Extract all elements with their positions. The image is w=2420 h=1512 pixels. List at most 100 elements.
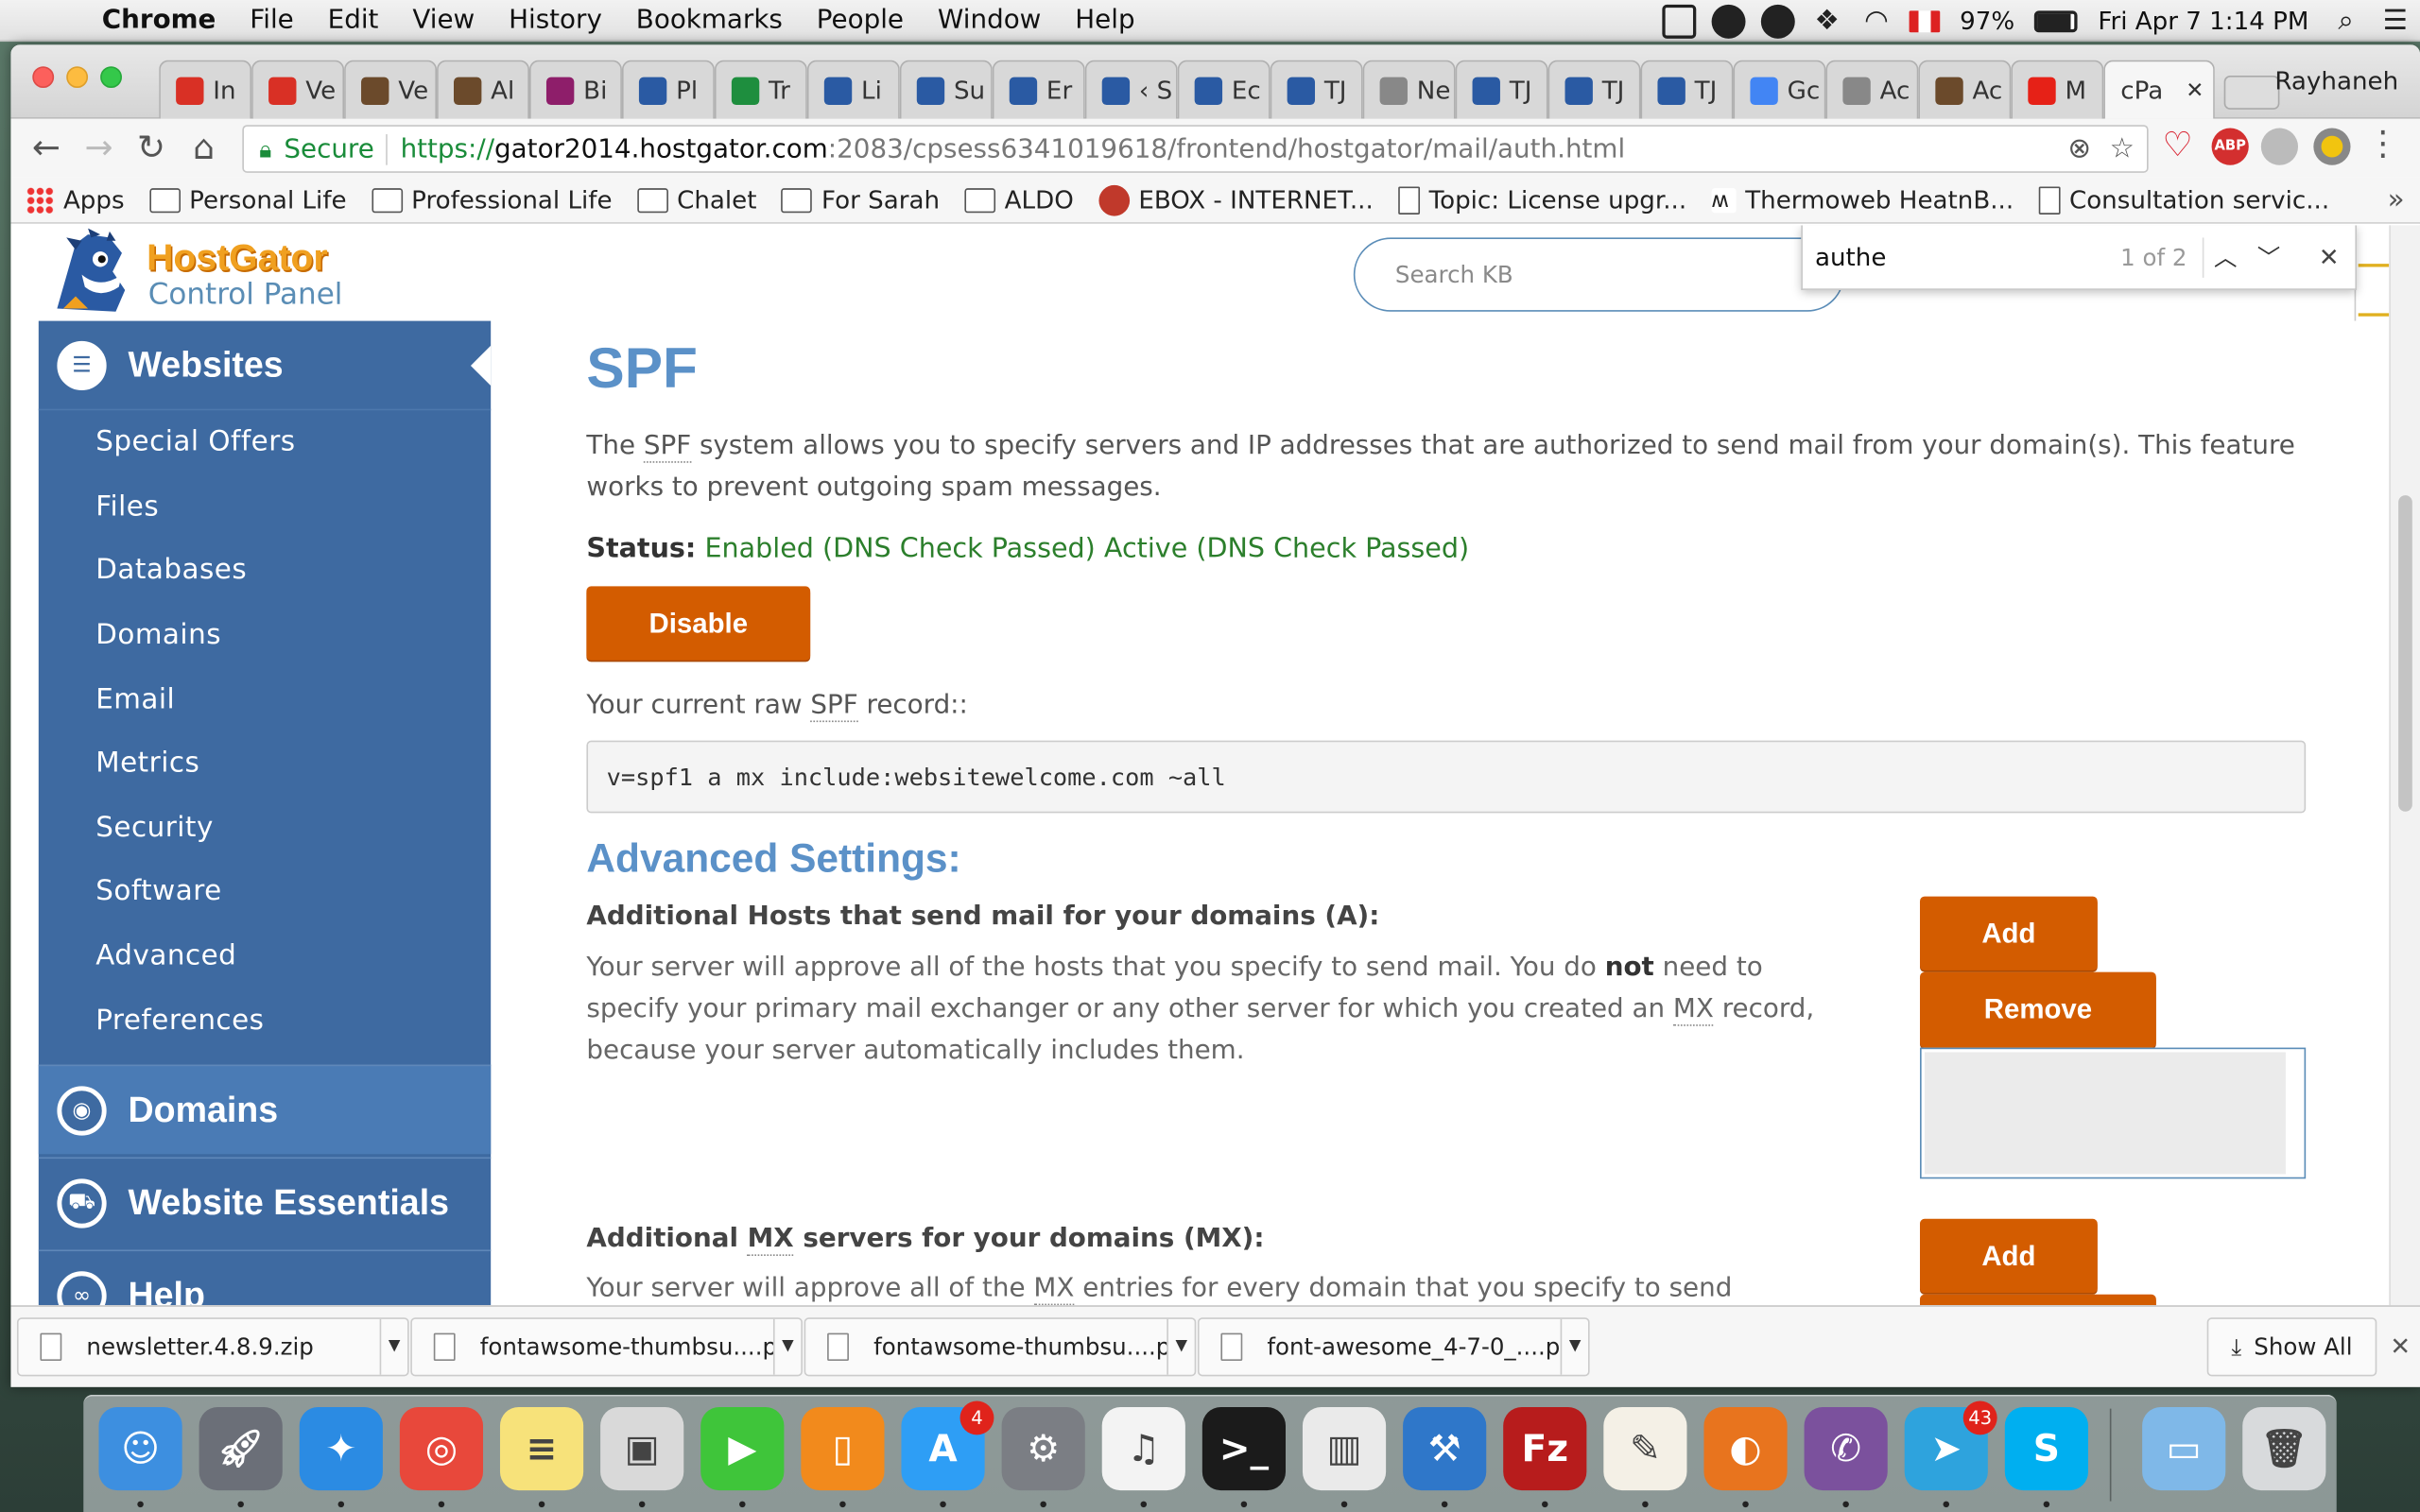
tab[interactable]: TJ xyxy=(1455,60,1548,119)
find-previous-icon[interactable]: ︿ xyxy=(2204,241,2247,273)
raw-spf-record-field[interactable]: v=spf1 a mx include:websitewelcome.com ~… xyxy=(586,740,2307,814)
menu-people[interactable]: People xyxy=(800,5,921,36)
film-extension-icon[interactable] xyxy=(2260,128,2299,165)
close-downloads-icon[interactable]: ✕ xyxy=(2390,1332,2411,1361)
add-mx-button[interactable]: Add xyxy=(1920,1218,2098,1294)
viber-status-icon[interactable] xyxy=(1760,4,1795,38)
tab[interactable]: Tr xyxy=(714,60,807,119)
launchpad-icon[interactable]: 🚀︎ xyxy=(199,1406,283,1491)
tab[interactable]: Li xyxy=(806,60,900,119)
tab[interactable]: Bi xyxy=(528,60,622,119)
home-icon[interactable]: ⌂ xyxy=(178,129,231,167)
find-input[interactable]: authe xyxy=(1815,242,2093,271)
firefox-icon[interactable]: ◐ xyxy=(1703,1406,1788,1491)
script-editor-icon[interactable]: ✎ xyxy=(1603,1406,1687,1491)
bookmark-license-topic[interactable]: Topic: License upgr... xyxy=(1397,185,1686,215)
battery-icon[interactable] xyxy=(2034,9,2079,32)
tab[interactable]: Pl xyxy=(621,60,715,119)
remove-mx-button[interactable] xyxy=(1920,1294,2156,1306)
tab[interactable]: Al xyxy=(437,60,529,119)
folder-icon[interactable]: ▭ xyxy=(2142,1406,2226,1491)
appstore-icon[interactable]: A4 xyxy=(901,1400,994,1491)
forward-arrow-icon[interactable]: → xyxy=(73,129,126,167)
tab-active[interactable]: cPa ✕ xyxy=(2103,60,2215,119)
hosts-listbox[interactable] xyxy=(1920,1047,2307,1179)
sidebar-item-domains[interactable]: Domains xyxy=(39,603,491,667)
heart-extension-icon[interactable]: ♡ xyxy=(2159,128,2196,165)
show-all-downloads-button[interactable]: ⤓ Show All xyxy=(2206,1317,2377,1377)
tab[interactable]: Ec xyxy=(1177,60,1270,119)
sidebar-item-special-offers[interactable]: Special Offers xyxy=(39,410,491,474)
sidebar-item-preferences[interactable]: Preferences xyxy=(39,988,491,1052)
bookmarks-overflow-icon[interactable]: » xyxy=(2388,183,2405,215)
trash-icon[interactable]: 🗑︎ xyxy=(2242,1406,2326,1491)
canada-flag-icon[interactable] xyxy=(1909,9,1940,32)
filezilla-icon[interactable]: Fz xyxy=(1503,1406,1587,1491)
chevron-down-icon[interactable]: ▼ xyxy=(379,1318,407,1375)
facetime-icon[interactable]: ▶ xyxy=(700,1406,785,1491)
page-scrollbar[interactable] xyxy=(2389,225,2420,1306)
menu-bookmarks[interactable]: Bookmarks xyxy=(619,5,800,36)
minimize-window-icon[interactable] xyxy=(66,66,89,89)
menu-edit[interactable]: Edit xyxy=(311,5,396,36)
back-arrow-icon[interactable]: ← xyxy=(20,129,73,167)
tab[interactable]: Ac xyxy=(1825,60,1919,119)
tab[interactable]: ‹ S xyxy=(1084,60,1178,119)
profile-name[interactable]: Rayhaneh xyxy=(2274,66,2398,95)
bookmark-thermoweb[interactable]: ʍ Thermoweb HeatnB... xyxy=(1711,185,2014,215)
chrome-menu-icon[interactable]: ⋮ xyxy=(2357,125,2410,163)
menu-window[interactable]: Window xyxy=(921,5,1058,36)
disable-button[interactable]: Disable xyxy=(586,586,811,661)
ibooks-icon[interactable]: ▯ xyxy=(801,1406,885,1491)
skype-icon[interactable]: S xyxy=(2004,1406,2088,1491)
safari-icon[interactable]: ✦ xyxy=(299,1406,383,1491)
finder-icon[interactable]: ☺ xyxy=(98,1406,182,1491)
adblock-plus-icon[interactable]: ABP xyxy=(2211,128,2249,165)
sidebar-section-domains[interactable]: ◉ Domains xyxy=(38,1064,492,1155)
bookmark-for-sarah[interactable]: For Sarah xyxy=(781,185,940,215)
chevron-down-icon[interactable]: ▼ xyxy=(1167,1318,1194,1375)
bookmark-ebox[interactable]: EBOX - INTERNET... xyxy=(1098,184,1374,215)
download-item[interactable]: font-awesome_4-7-0_....png ▼ xyxy=(1197,1317,1590,1377)
chrome-icon[interactable]: ◎ xyxy=(399,1406,484,1491)
coin-extension-icon[interactable] xyxy=(2313,128,2351,165)
add-host-button[interactable]: Add xyxy=(1920,896,2098,971)
new-tab-button[interactable] xyxy=(2223,75,2280,110)
tab[interactable]: Er xyxy=(992,60,1085,119)
sidebar-item-email[interactable]: Email xyxy=(39,667,491,731)
notification-center-icon[interactable]: ☰ xyxy=(2378,4,2412,38)
translate-blocked-icon[interactable]: ⊗ xyxy=(2067,132,2091,164)
address-bar[interactable]: 🔒︎ Secure https:// gator2014.hostgator.c… xyxy=(242,125,2149,173)
sidebar-section-help[interactable]: ∞ Help xyxy=(38,1249,492,1306)
itunes-icon[interactable]: ♫ xyxy=(1101,1406,1185,1491)
find-close-icon[interactable]: ✕ xyxy=(2306,242,2352,271)
wifi-icon[interactable]: ◠ xyxy=(1859,4,1893,38)
find-next-icon[interactable]: ﹀ xyxy=(2247,241,2290,273)
close-tab-icon[interactable]: ✕ xyxy=(2186,77,2204,102)
tab[interactable]: M xyxy=(2011,60,2104,119)
battery-percent[interactable]: 97% xyxy=(1947,7,2027,36)
system-preferences-icon[interactable]: ⚙ xyxy=(1001,1406,1085,1491)
tab[interactable]: Su xyxy=(899,60,993,119)
chevron-down-icon[interactable]: ▼ xyxy=(1560,1318,1588,1375)
bookmark-apps[interactable]: Apps xyxy=(26,185,125,215)
notes-icon[interactable]: ≡ xyxy=(499,1406,584,1491)
tab[interactable]: TJ xyxy=(1270,60,1363,119)
sidebar-item-security[interactable]: Security xyxy=(39,796,491,860)
preview-icon[interactable]: ▣ xyxy=(600,1406,684,1491)
bookmark-aldo[interactable]: ALDO xyxy=(964,185,1074,215)
bookmark-professional-life[interactable]: Professional Life xyxy=(371,185,613,215)
dropbox-icon[interactable]: ❖ xyxy=(1810,4,1844,38)
terminal-icon[interactable]: >_ xyxy=(1201,1406,1286,1491)
reload-icon[interactable]: ↻ xyxy=(125,129,178,167)
sidebar-section-websites[interactable]: ☰ Websites xyxy=(38,321,492,411)
download-item[interactable]: newsletter.4.8.9.zip ▼ xyxy=(16,1317,409,1377)
bookmark-personal-life[interactable]: Personal Life xyxy=(148,185,347,215)
bookmark-chalet[interactable]: Chalet xyxy=(636,185,756,215)
sidebar-item-advanced[interactable]: Advanced xyxy=(39,924,491,988)
sidebar-item-software[interactable]: Software xyxy=(39,860,491,924)
xcode-icon[interactable]: ⚒ xyxy=(1403,1406,1487,1491)
star-bookmark-icon[interactable]: ☆ xyxy=(2110,132,2135,164)
remove-host-button[interactable]: Remove xyxy=(1920,971,2156,1048)
numbers-icon[interactable]: ▥ xyxy=(1302,1406,1387,1491)
